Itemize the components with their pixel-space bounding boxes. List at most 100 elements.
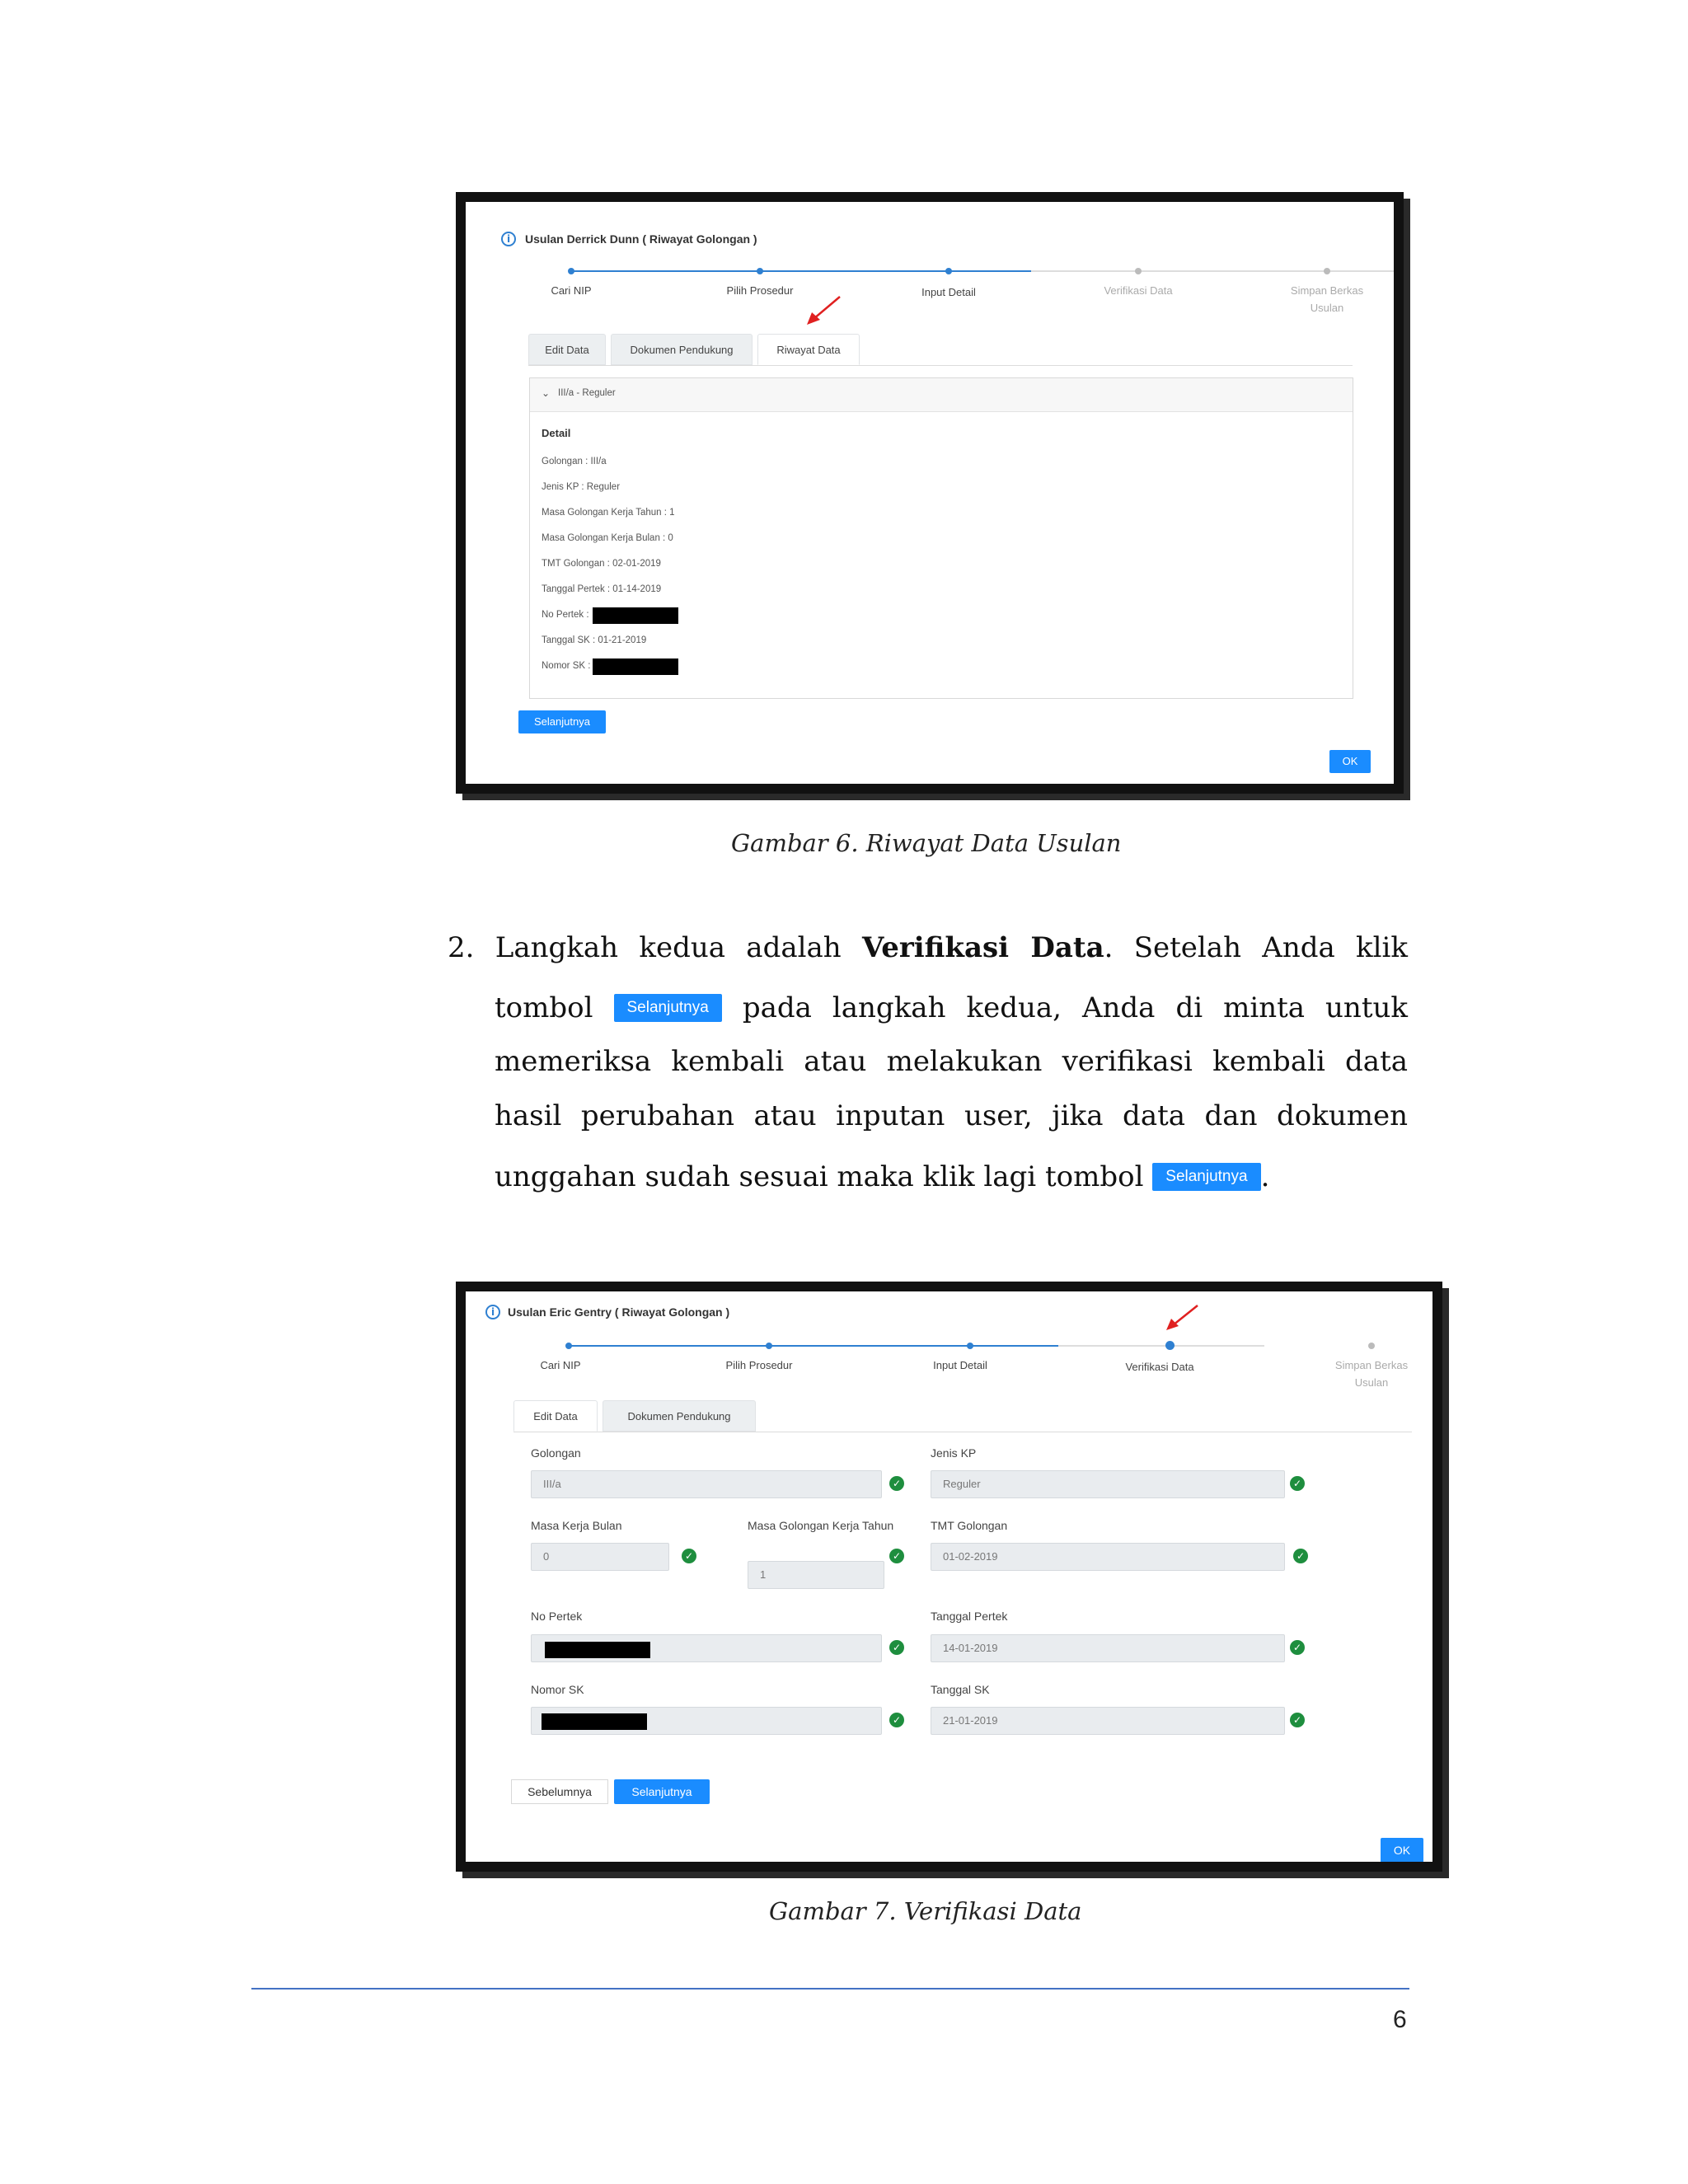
nomor-sk-label: Nomor SK xyxy=(531,1683,584,1696)
paragraph-line-5: unggahan sudah sesuai maka klik lagi tom… xyxy=(495,1160,1484,1193)
jenis-kp-label: Jenis KP xyxy=(931,1446,977,1460)
check-icon: ✓ xyxy=(889,1476,904,1491)
step-dot-2 xyxy=(757,268,763,274)
masa-kerja-bulan-label: Masa Kerja Bulan xyxy=(531,1519,622,1532)
ok-button[interactable]: OK xyxy=(1329,750,1371,773)
stepper-line-pending xyxy=(1031,270,1394,272)
red-arrow-icon xyxy=(807,296,841,325)
detail-tmt-golongan: TMT Golongan : 02-01-2019 xyxy=(542,559,661,569)
step-label-1: Cari NIP xyxy=(540,1359,581,1371)
stepper-line-pending xyxy=(1058,1345,1264,1347)
dialog-title: Usulan Eric Gentry ( Riwayat Golongan ) xyxy=(508,1305,730,1319)
check-icon: ✓ xyxy=(1290,1476,1305,1491)
paragraph-line-3: memeriksa kembali atau melakukan verifik… xyxy=(495,1045,1408,1078)
redacted-no-pertek xyxy=(593,607,678,624)
step-dot-3 xyxy=(945,268,952,274)
stepper-line-complete xyxy=(569,1345,1058,1347)
figure-7-caption: Gambar 7. Verifikasi Data xyxy=(769,1897,1082,1925)
step-label-3: Input Detail xyxy=(933,1359,987,1371)
info-icon: i xyxy=(485,1305,500,1319)
detail-nomor-sk: Nomor SK : xyxy=(542,661,591,671)
tab-dokumen-pendukung[interactable]: Dokumen Pendukung xyxy=(603,1400,756,1432)
tanggal-pertek-label: Tanggal Pertek xyxy=(931,1610,1008,1623)
para-text-5-end: . xyxy=(1260,1160,1270,1193)
tab-edit-data[interactable]: Edit Data xyxy=(528,334,606,365)
para-text-1a: Langkah kedua adalah xyxy=(495,931,862,964)
accordion-header[interactable]: ⌄ III/a - Reguler xyxy=(530,378,1353,412)
selanjutnya-button[interactable]: Selanjutnya xyxy=(614,1779,710,1804)
inline-selanjutnya-button-2: Selanjutnya xyxy=(1152,1163,1261,1191)
chevron-down-icon: ⌄ xyxy=(542,387,551,399)
tanggal-sk-field[interactable]: 21-01-2019 xyxy=(931,1707,1285,1735)
step-dot-4-current xyxy=(1165,1341,1175,1350)
step-dot-2 xyxy=(766,1343,772,1349)
no-pertek-label: No Pertek xyxy=(531,1610,583,1623)
tmt-golongan-field[interactable]: 01-02-2019 xyxy=(931,1543,1285,1571)
tmt-golongan-label: TMT Golongan xyxy=(931,1519,1008,1532)
tab-dokumen-pendukung[interactable]: Dokumen Pendukung xyxy=(611,334,753,365)
step-dot-1 xyxy=(565,1343,572,1349)
redacted-nomor-sk xyxy=(593,658,678,675)
stepper-line-complete xyxy=(571,270,1031,272)
list-number: 2. xyxy=(448,931,475,964)
redacted-nomor-sk xyxy=(542,1713,647,1730)
footer-rule xyxy=(251,1988,1409,1990)
info-icon: i xyxy=(501,232,516,246)
step-label-5: Simpan Berkas Usulan xyxy=(1290,284,1364,314)
step-label-4: Verifikasi Data xyxy=(1125,1361,1194,1373)
inline-selanjutnya-button: Selanjutnya xyxy=(613,994,722,1022)
detail-heading: Detail xyxy=(542,427,571,439)
para-text-5: unggahan sudah sesuai maka klik lagi tom… xyxy=(495,1160,1144,1193)
tanggal-sk-label: Tanggal SK xyxy=(931,1683,990,1696)
tanggal-pertek-field[interactable]: 14-01-2019 xyxy=(931,1634,1285,1662)
check-icon: ✓ xyxy=(889,1549,904,1563)
detail-no-pertek: No Pertek : xyxy=(542,610,589,620)
step-label-2: Pilih Prosedur xyxy=(726,284,794,297)
riwayat-detail-panel: ⌄ III/a - Reguler Detail Golongan : III/… xyxy=(529,377,1353,699)
accordion-label: III/a - Reguler xyxy=(558,388,616,398)
red-arrow-icon xyxy=(1166,1305,1198,1330)
figure-6-screenshot: i Usulan Derrick Dunn ( Riwayat Golongan… xyxy=(456,192,1404,794)
para-bold-verifikasi: Verifikasi Data xyxy=(861,931,1104,964)
step-dot-3 xyxy=(967,1343,973,1349)
step-label-2: Pilih Prosedur xyxy=(725,1359,793,1371)
step-label-4: Verifikasi Data xyxy=(1104,284,1173,297)
para-text-2b: pada langkah kedua, Anda di minta untuk xyxy=(742,991,1408,1024)
step-dot-5 xyxy=(1324,268,1330,274)
para-text-1b: . Setelah Anda klik xyxy=(1104,931,1409,964)
check-icon: ✓ xyxy=(1290,1713,1305,1727)
tab-riwayat-data[interactable]: Riwayat Data xyxy=(757,334,860,365)
check-icon: ✓ xyxy=(1293,1549,1308,1563)
step-label-5: Simpan Berkas Usulan xyxy=(1334,1359,1409,1389)
masa-kerja-bulan-field[interactable]: 0 xyxy=(531,1543,669,1571)
jenis-kp-field[interactable]: Reguler xyxy=(931,1470,1285,1498)
step-label-1: Cari NIP xyxy=(551,284,592,297)
detail-masa-bulan: Masa Golongan Kerja Bulan : 0 xyxy=(542,533,673,543)
check-icon: ✓ xyxy=(1290,1640,1305,1655)
check-icon: ✓ xyxy=(889,1640,904,1655)
page-number: 6 xyxy=(1393,2006,1407,2033)
detail-golongan: Golongan : III/a xyxy=(542,457,607,466)
sebelumnya-button[interactable]: Sebelumnya xyxy=(511,1779,608,1804)
figure-7-screenshot: i Usulan Eric Gentry ( Riwayat Golongan … xyxy=(456,1282,1442,1872)
step-label-3: Input Detail xyxy=(921,286,976,298)
step-dot-5 xyxy=(1368,1343,1375,1349)
detail-masa-tahun: Masa Golongan Kerja Tahun : 1 xyxy=(542,508,675,518)
paragraph-line-2: tombol Selanjutnya pada langkah kedua, A… xyxy=(495,991,1408,1024)
golongan-label: Golongan xyxy=(531,1446,581,1460)
golongan-field[interactable]: III/a xyxy=(531,1470,882,1498)
detail-jenis-kp: Jenis KP : Reguler xyxy=(542,482,621,492)
tab-edit-data[interactable]: Edit Data xyxy=(513,1400,598,1432)
check-icon: ✓ xyxy=(889,1713,904,1727)
selanjutnya-button[interactable]: Selanjutnya xyxy=(518,710,606,733)
masa-golongan-kerja-tahun-label: Masa Golongan Kerja Tahun xyxy=(748,1519,894,1532)
dialog-title: Usulan Derrick Dunn ( Riwayat Golongan ) xyxy=(525,232,757,246)
step-dot-4 xyxy=(1135,268,1142,274)
step-dot-1 xyxy=(568,268,574,274)
masa-golongan-kerja-tahun-field[interactable]: 1 xyxy=(748,1561,884,1589)
ok-button[interactable]: OK xyxy=(1381,1838,1423,1862)
redacted-no-pertek xyxy=(545,1642,650,1658)
detail-tanggal-pertek: Tanggal Pertek : 01-14-2019 xyxy=(542,584,662,594)
para-text-2a: tombol xyxy=(495,991,593,1024)
figure-6-caption: Gambar 6. Riwayat Data Usulan xyxy=(731,829,1122,857)
